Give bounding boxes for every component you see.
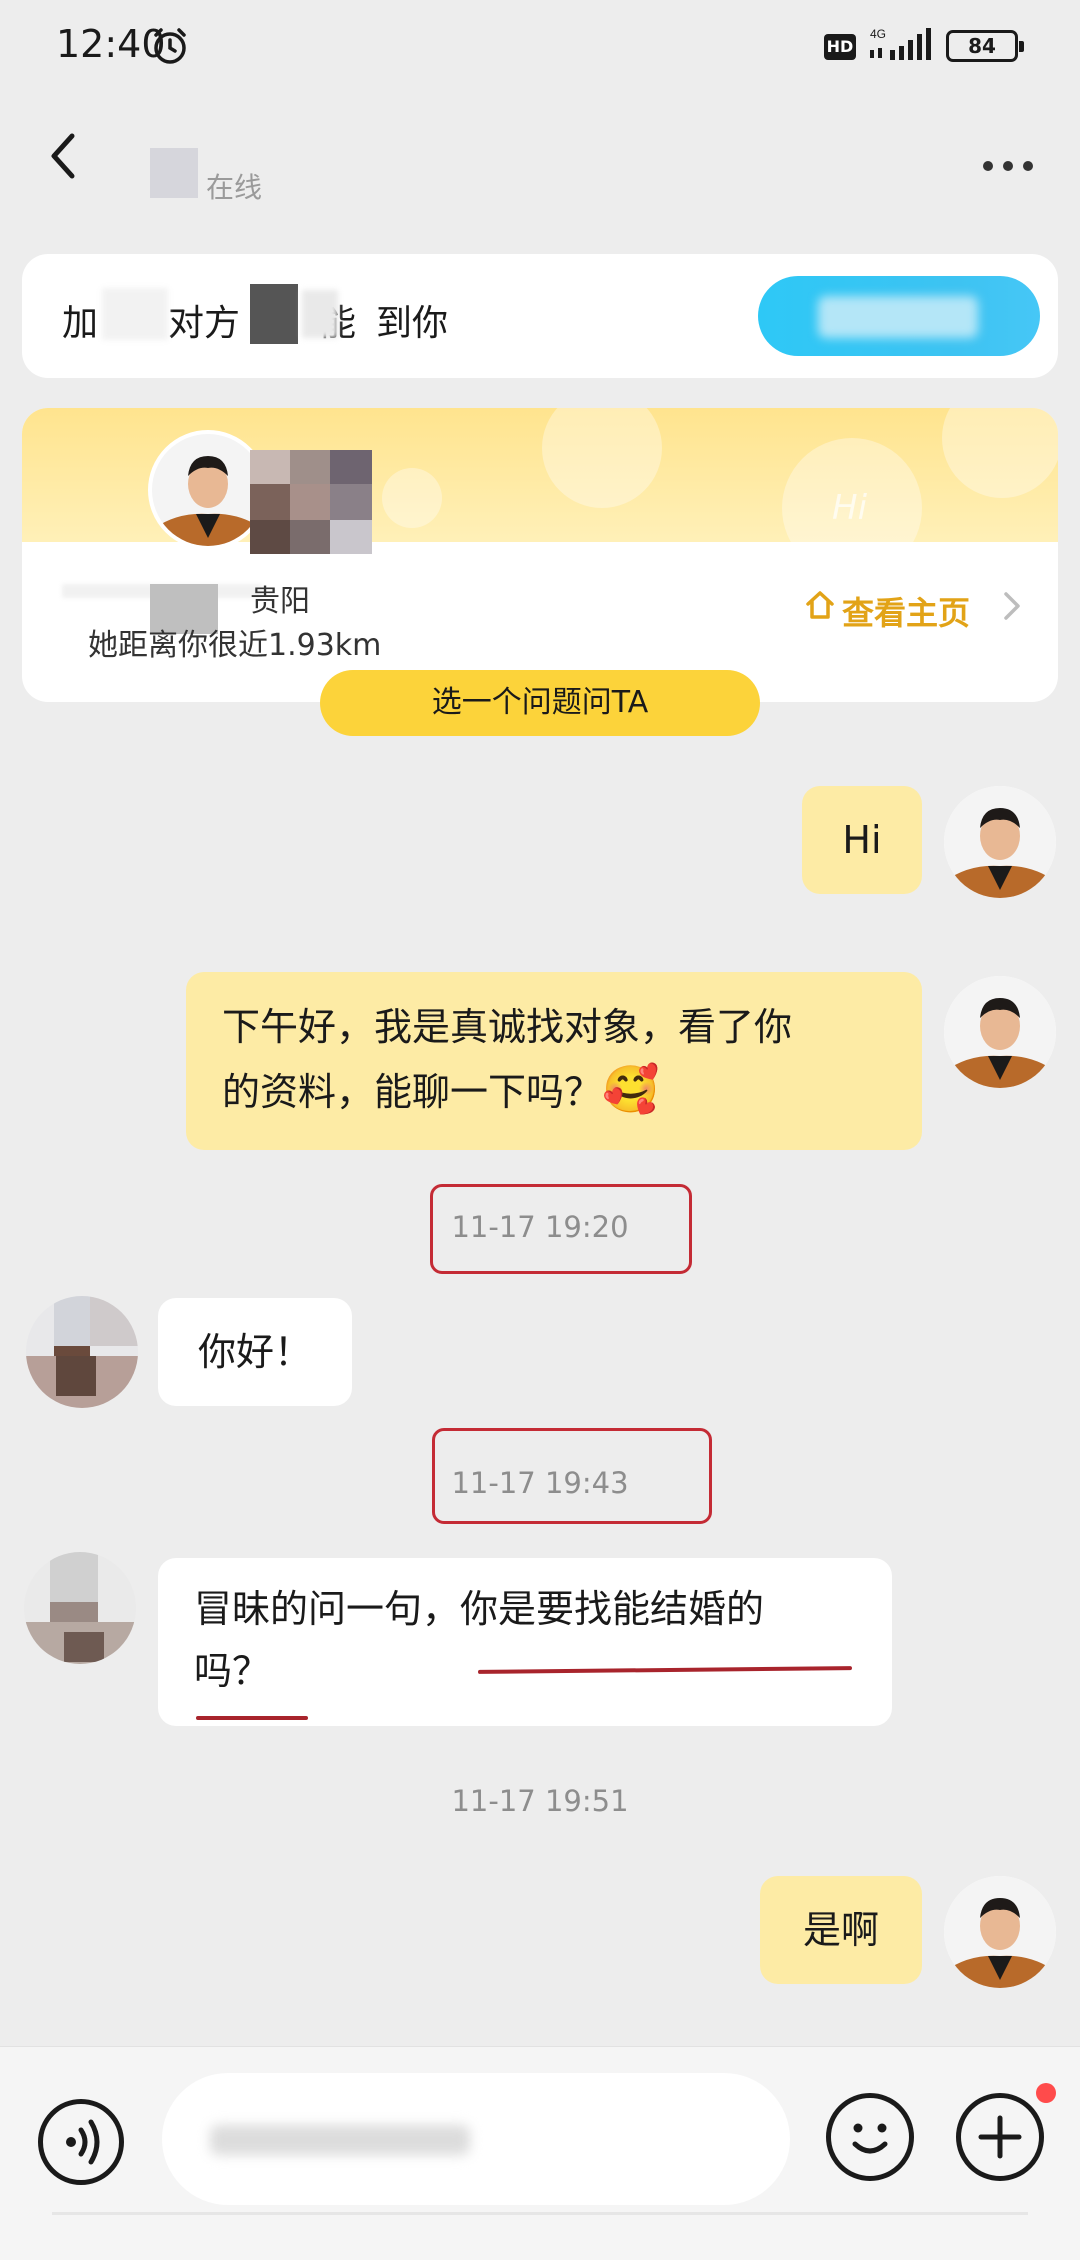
peer-distance: 她距离你很近1.93km xyxy=(88,628,382,663)
redaction-blur xyxy=(302,290,338,338)
message-text-line: 冒昧的问一句，你是要找能结婚的 xyxy=(194,1587,765,1631)
peer-avatar-obscured xyxy=(250,450,372,554)
decor-circle xyxy=(542,408,662,508)
redaction-blur xyxy=(210,2125,470,2155)
peer-location: 贵阳 xyxy=(250,584,310,619)
my-avatar[interactable] xyxy=(944,1876,1056,1988)
view-homepage-link[interactable]: 查看主页 xyxy=(842,588,970,634)
message-text: Hi xyxy=(842,818,882,862)
peer-name-obscured xyxy=(150,148,198,198)
chevron-right-icon xyxy=(1004,592,1020,620)
message-text: 是啊 xyxy=(802,1908,879,1952)
message-text-line: 的资料，能聊一下吗？🥰 xyxy=(222,1062,660,1116)
plus-icon xyxy=(978,2115,1022,2159)
back-arrow-icon[interactable] xyxy=(40,126,88,186)
smiling-hearts-emoji: 🥰 xyxy=(602,1062,660,1116)
peer-avatar-obscured[interactable] xyxy=(24,1552,136,1664)
redaction-blur xyxy=(102,288,168,340)
peer-message-bubble[interactable]: 冒昧的问一句，你是要找能结婚的 吗？ xyxy=(158,1558,892,1726)
battery-indicator: 84 xyxy=(946,30,1024,62)
redaction-block xyxy=(250,284,298,344)
alarm-clock-icon xyxy=(154,28,186,64)
my-message-bubble[interactable]: Hi xyxy=(802,786,922,894)
message-text: 你好！ xyxy=(197,1330,312,1374)
my-avatar[interactable] xyxy=(944,786,1056,898)
hi-decoration: Hi xyxy=(832,488,868,528)
red-underline-annotation xyxy=(196,1716,308,1720)
emoji-button[interactable] xyxy=(826,2093,914,2181)
home-icon xyxy=(806,591,834,619)
message-text-line: 下午好，我是真诚找对象，看了你 xyxy=(222,1005,793,1049)
redaction-blur xyxy=(818,296,978,338)
timestamp: 11-17 19:43 xyxy=(451,1466,629,1500)
add-friend-banner: 加对方能到你 xyxy=(22,254,1058,378)
peer-avatar-obscured[interactable] xyxy=(26,1296,138,1408)
peer-message-bubble[interactable]: 你好！ xyxy=(158,1298,352,1406)
voice-icon xyxy=(66,2119,100,2165)
smiley-face-icon xyxy=(852,2123,888,2154)
notification-dot xyxy=(1036,2083,1056,2103)
timestamp: 11-17 19:20 xyxy=(451,1210,629,1244)
my-message-bubble[interactable]: 下午好，我是真诚找对象，看了你 的资料，能聊一下吗？🥰 xyxy=(186,972,922,1150)
signal-strength-icon: 4G xyxy=(870,27,931,60)
voice-input-button[interactable] xyxy=(38,2099,124,2185)
home-indicator xyxy=(52,2212,1028,2215)
more-actions-button[interactable] xyxy=(956,2093,1044,2181)
ask-question-button[interactable]: 选一个问题问TA xyxy=(320,670,760,736)
more-options-icon[interactable] xyxy=(980,146,1036,186)
add-friend-button[interactable] xyxy=(758,276,1040,356)
my-message-bubble[interactable]: 是啊 xyxy=(760,1876,922,1984)
hd-badge: HD xyxy=(824,34,856,60)
timestamp: 11-17 19:51 xyxy=(451,1784,629,1818)
message-input-bar xyxy=(0,2046,1080,2260)
profile-card[interactable]: Hi 贵阳 她距离你很近1.93km 查看主页 xyxy=(22,408,1058,702)
status-bar: 12:40 HD 4G 84 xyxy=(0,0,1080,96)
chat-header: 在线 xyxy=(0,96,1080,236)
decor-circle xyxy=(942,408,1058,498)
my-avatar[interactable] xyxy=(944,976,1056,1088)
online-status: 在线 xyxy=(206,171,263,204)
message-input[interactable] xyxy=(162,2073,790,2205)
decor-circle xyxy=(382,468,442,528)
svg-text:4G: 4G xyxy=(870,27,886,41)
